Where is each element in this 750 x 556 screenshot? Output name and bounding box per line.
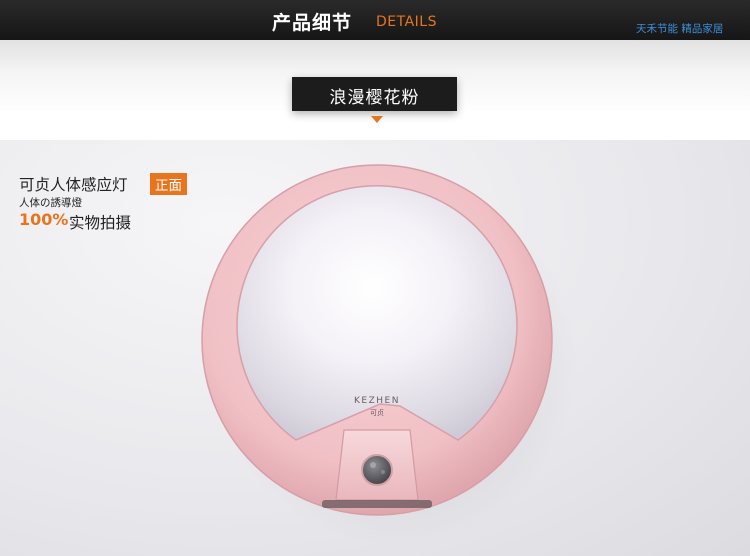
view-badge: 正面 [150,173,187,195]
percent-label: 100% [19,210,69,229]
product-name: 可贞人体感应灯 [19,176,128,194]
real-shot-label: 实物拍摄 [69,214,132,232]
product-name-jp: 人体の誘導燈 [19,197,82,209]
product-logo-text: KEZHEN [354,396,400,406]
product-lamp-image: KEZHEN 可贞 [201,164,553,516]
product-logo-sub: 可贞 [370,408,384,417]
